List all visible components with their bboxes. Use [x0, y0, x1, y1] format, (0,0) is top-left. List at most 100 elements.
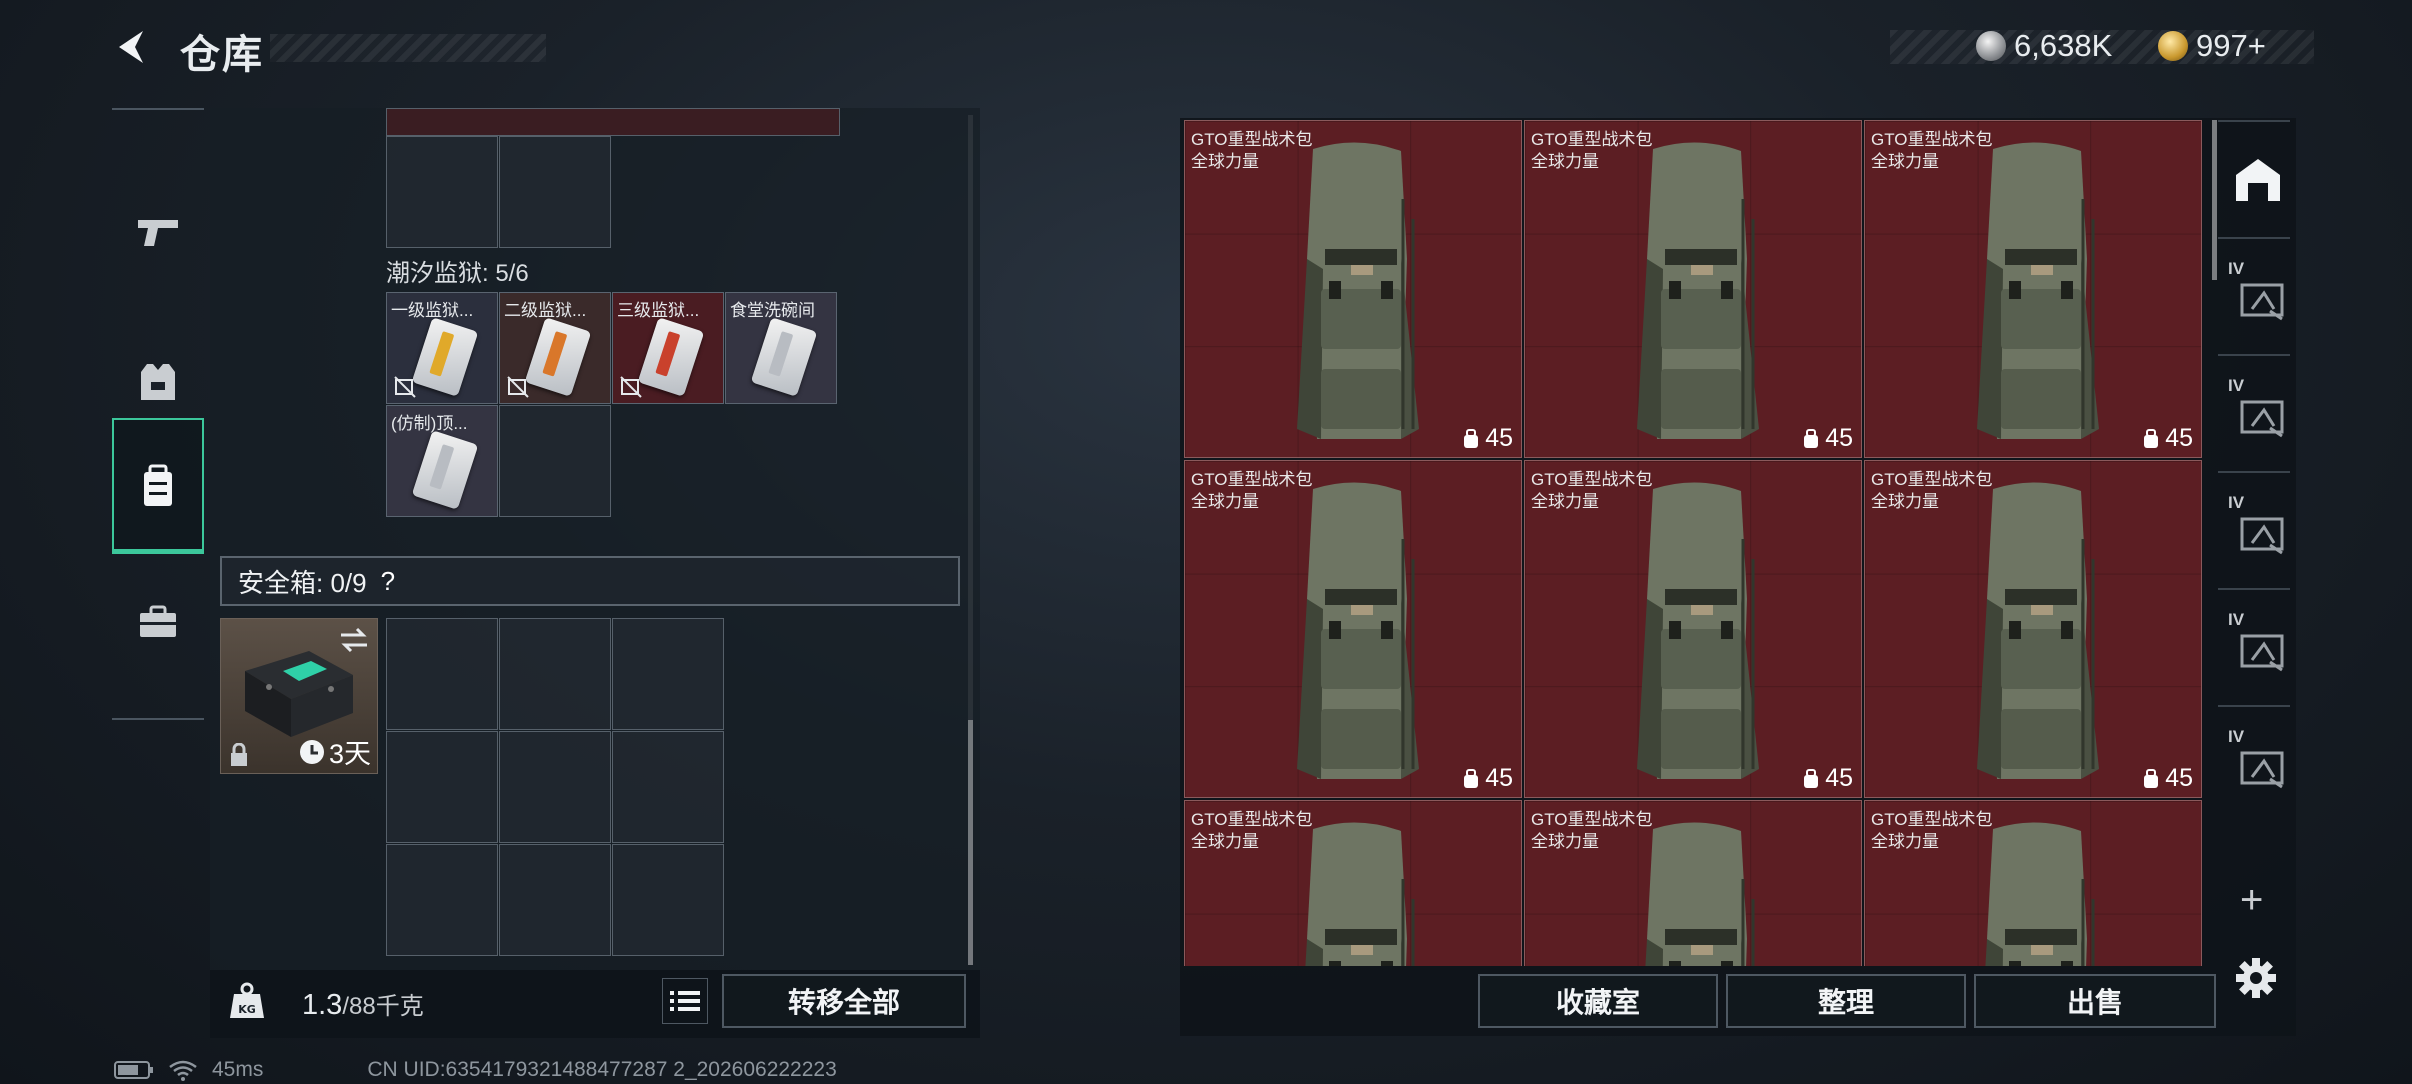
- safe-slot[interactable]: [499, 618, 611, 730]
- toolbox-icon: [140, 605, 176, 637]
- weight-limit: /88千克: [342, 993, 424, 1020]
- right-scrollbar-thumb[interactable]: [2212, 120, 2217, 280]
- backpack-item[interactable]: GTO重型战术包全球力量45: [1524, 120, 1862, 458]
- sell-button[interactable]: 出售: [1974, 974, 2216, 1028]
- backpack-item[interactable]: GTO重型战术包全球力量45: [1184, 120, 1522, 458]
- no-trade-icon: [394, 376, 416, 398]
- safe-box-header: 安全箱: 0/9 ?: [220, 556, 960, 606]
- side-tab-1[interactable]: IV: [2222, 251, 2294, 341]
- weight-current: 1.3: [302, 989, 343, 1021]
- tab-toolbox[interactable]: [112, 554, 204, 690]
- side-tab-divider: [2218, 237, 2290, 239]
- item-name: 一级监狱...: [391, 301, 474, 320]
- duration-text: 3天: [328, 739, 371, 769]
- key-card-item[interactable]: 二级监狱...: [499, 292, 611, 404]
- settings-button[interactable]: [2234, 956, 2278, 1005]
- item-brand: 全球力量: [1531, 832, 1599, 851]
- backpack-icon: [1977, 142, 2099, 439]
- safe-slot[interactable]: [612, 844, 724, 956]
- capacity-icon: [2144, 428, 2159, 448]
- gold-coin-icon: [2158, 31, 2188, 61]
- keycard-icon: [637, 317, 705, 397]
- backpack-icon: [1305, 822, 1415, 966]
- backpack-icon: [1977, 482, 2099, 779]
- backpack-item[interactable]: GTO重型战术包全球力量45: [1524, 800, 1862, 966]
- back-button[interactable]: [108, 22, 158, 72]
- side-tab-3[interactable]: IV: [2222, 485, 2294, 575]
- safe-slot[interactable]: [612, 731, 724, 843]
- collection-room-button[interactable]: 收藏室: [1478, 974, 1718, 1028]
- duration-badge: 3天: [299, 732, 371, 771]
- backpack-item[interactable]: GTO重型战术包全球力量45: [1184, 800, 1522, 966]
- previous-items-strip[interactable]: [386, 108, 840, 136]
- left-category-tabs: [112, 108, 204, 720]
- safe-slot[interactable]: [612, 618, 724, 730]
- capacity-value: 45: [1825, 424, 1853, 452]
- tab-backpacks[interactable]: [112, 418, 204, 554]
- side-tab-2[interactable]: IV: [2222, 368, 2294, 458]
- side-tab-5[interactable]: IV: [2222, 719, 2294, 809]
- side-tab-0[interactable]: [2222, 134, 2294, 224]
- title-decoration: [270, 34, 546, 62]
- silver-coin-icon: [1976, 31, 2006, 61]
- battery-icon: [114, 1061, 153, 1079]
- key-card-item[interactable]: 一级监狱...: [386, 292, 498, 404]
- capacity-value: 45: [1485, 424, 1513, 452]
- add-storage-button[interactable]: +: [2240, 878, 2263, 923]
- safe-box-item[interactable]: 3天: [220, 618, 378, 774]
- backpack-item[interactable]: GTO重型战术包全球力量45: [1184, 460, 1522, 798]
- keycard-icon: [411, 430, 479, 510]
- item-brand: 全球力量: [1871, 152, 1939, 171]
- left-scrollbar-thumb[interactable]: [968, 720, 973, 965]
- backpack-item[interactable]: GTO重型战术包全球力量45: [1864, 120, 2202, 458]
- list-icon: [670, 991, 700, 1011]
- backpack-item[interactable]: GTO重型战术包全球力量45: [1864, 800, 2202, 966]
- gold-currency[interactable]: 997+: [2158, 28, 2266, 64]
- capacity-badge: 45: [2142, 424, 2193, 453]
- prison-section-label: 潮汐监狱: 5/6: [386, 260, 529, 287]
- wifi-icon: [169, 1060, 197, 1081]
- safe-slot[interactable]: [499, 844, 611, 956]
- backpack-icon: [1297, 142, 1419, 439]
- side-tab-divider: [2218, 705, 2290, 707]
- empty-slot[interactable]: [499, 136, 611, 248]
- empty-slot[interactable]: [386, 136, 498, 248]
- item-name: 三级监狱...: [617, 301, 700, 320]
- organize-button[interactable]: 整理: [1726, 974, 1966, 1028]
- capacity-badge: 45: [1462, 424, 1513, 453]
- safe-slot[interactable]: [386, 618, 498, 730]
- side-tab-divider: [2218, 588, 2290, 590]
- storage-tier-label: IV: [2228, 259, 2245, 278]
- swap-icon[interactable]: [339, 627, 369, 653]
- key-card-item[interactable]: 食堂洗碗间: [725, 292, 837, 404]
- keycard-icon: [411, 317, 479, 397]
- silver-amount: 6,638K: [2014, 28, 2113, 63]
- storage-tier-label: IV: [2228, 493, 2245, 512]
- safe-slot[interactable]: [386, 731, 498, 843]
- backpack-icon: [1637, 142, 1759, 439]
- capacity-value: 45: [1825, 764, 1853, 792]
- safe-slot[interactable]: [499, 731, 611, 843]
- backpack-icon: [1985, 822, 2095, 966]
- svg-text:KG: KG: [238, 1003, 256, 1016]
- lock-icon: [231, 743, 247, 766]
- capacity-icon: [1464, 768, 1479, 788]
- item-brand: 全球力量: [1191, 492, 1259, 511]
- transfer-all-button[interactable]: 转移全部: [722, 974, 966, 1028]
- key-card-item[interactable]: 三级监狱...: [612, 292, 724, 404]
- list-view-button[interactable]: [662, 978, 708, 1024]
- side-tab-4[interactable]: IV: [2222, 602, 2294, 692]
- safe-slot[interactable]: [386, 844, 498, 956]
- backpack-item[interactable]: GTO重型战术包全球力量45: [1524, 460, 1862, 798]
- clock-icon: [299, 739, 324, 764]
- pistol-icon: [138, 220, 178, 246]
- backpack-icon: [1637, 482, 1759, 779]
- empty-slot[interactable]: [499, 405, 611, 517]
- weight-icon: KG: [230, 982, 264, 1018]
- key-card-item[interactable]: (仿制)顶...: [386, 405, 498, 517]
- help-button[interactable]: ?: [381, 566, 395, 597]
- backpack-item[interactable]: GTO重型战术包全球力量45: [1864, 460, 2202, 798]
- warehouse-icon: [2236, 159, 2280, 201]
- no-trade-icon: [507, 376, 529, 398]
- tab-weapons[interactable]: [112, 164, 204, 300]
